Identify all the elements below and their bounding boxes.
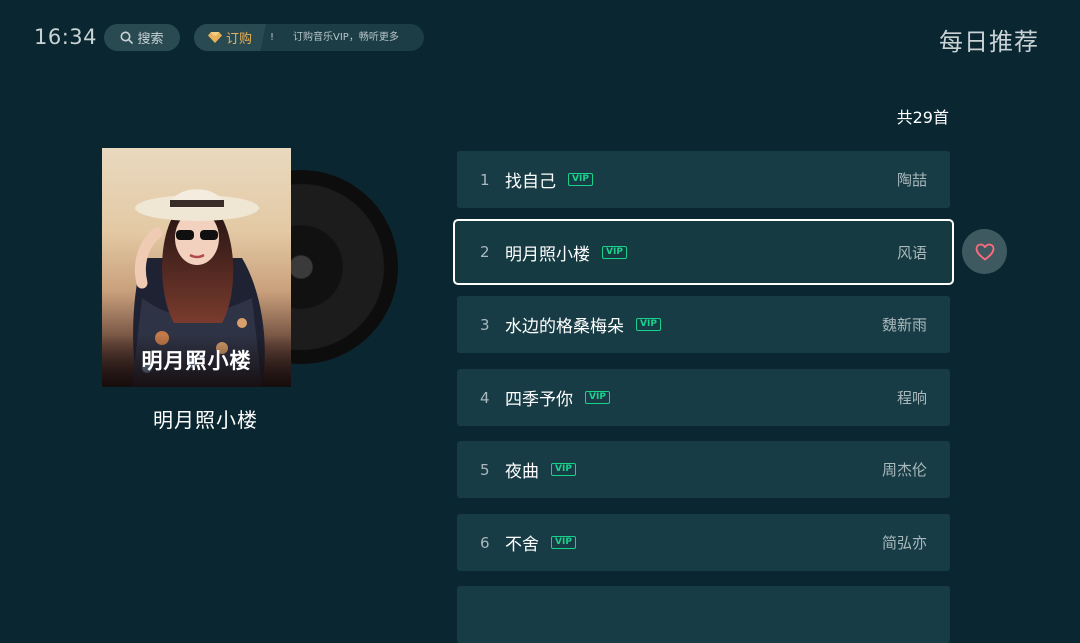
song-row-partial[interactable] [457,586,950,643]
song-count: 共29首 [896,108,949,127]
vip-badge: VIP [585,391,610,404]
song-row[interactable]: 5 夜曲 VIP 周杰伦 [457,441,950,498]
diamond-icon [208,32,222,43]
song-title: 找自己 [505,172,556,192]
subscribe-tip: 订购音乐VIP，畅听更多 [293,32,399,43]
search-label: 搜索 [137,32,164,47]
clock: 16:34 [34,25,98,49]
song-artist: 魏新雨 [881,316,927,334]
song-row[interactable]: 3 水边的格桑梅朵 VIP 魏新雨 [457,296,950,353]
song-row[interactable]: 6 不舍 VIP 简弘亦 [457,514,950,571]
song-artist: 陶喆 [896,171,927,189]
song-index: 4 [480,388,490,407]
vip-badge: VIP [551,536,576,549]
favorite-button[interactable] [962,229,1007,274]
song-artist: 简弘亦 [881,534,927,552]
subscribe-label: 订购 [226,32,253,47]
song-index: 6 [480,533,490,552]
subscribe-tab: 订购 [194,24,266,51]
song-row[interactable]: 1 找自己 VIP 陶喆 [457,151,950,208]
vip-badge: VIP [636,318,661,331]
song-index: 3 [480,315,490,334]
album-cover-title: 明月照小楼 [102,335,291,387]
subscribe-mark: ! [270,32,275,43]
song-index: 1 [480,170,490,189]
top-bar: 16:34 搜索 订购 ! 订购音乐VIP，畅听更多 每日推荐 [0,0,1080,76]
song-index: 5 [480,460,490,479]
vip-badge: VIP [602,245,627,259]
song-artist: 风语 [896,243,927,262]
album-art[interactable]: 明月照小楼 [102,148,398,388]
page-title: 每日推荐 [939,28,1039,56]
song-artist: 程响 [896,389,927,407]
song-row-focused[interactable]: 2 明月照小楼 VIP 风语 [453,219,954,285]
song-title: 夜曲 [505,462,539,482]
vip-badge: VIP [551,463,576,476]
song-title: 四季予你 [505,390,573,410]
song-row[interactable]: 4 四季予你 VIP 程响 [457,369,950,426]
song-index: 2 [480,243,490,261]
album-name: 明月照小楼 [153,408,258,432]
album-cover: 明月照小楼 [102,148,291,387]
song-title: 水边的格桑梅朵 [505,317,624,337]
song-title: 不舍 [505,535,539,555]
song-artist: 周杰伦 [881,461,927,479]
subscribe-vip-button[interactable]: 订购 ! 订购音乐VIP，畅听更多 [194,24,424,51]
search-icon [120,31,134,44]
vip-badge: VIP [568,173,593,186]
heart-icon [975,243,994,260]
search-button[interactable]: 搜索 [104,24,180,51]
song-title: 明月照小楼 [505,244,590,265]
